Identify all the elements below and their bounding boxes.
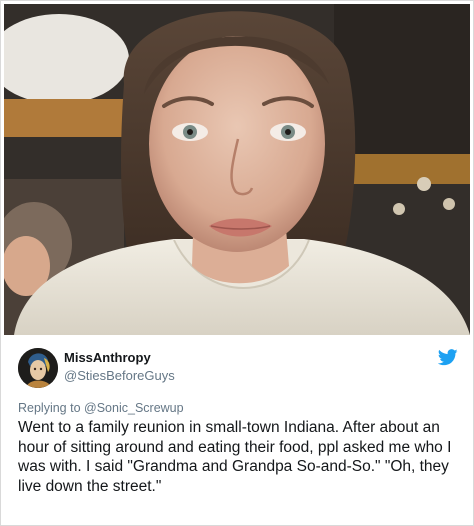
screenshot-frame: MissAnthropy @StiesBeforeGuys Replying t… xyxy=(0,0,474,526)
photo-of-woman-icon xyxy=(4,4,470,335)
tweet-text: Went to a family reunion in small-town I… xyxy=(18,419,452,495)
display-name[interactable]: MissAnthropy xyxy=(64,350,151,365)
twitter-bird-icon[interactable] xyxy=(437,349,458,366)
reply-prefix: Replying to xyxy=(18,401,81,415)
reply-context: Replying to @Sonic_Screwup xyxy=(18,401,184,415)
avatar-image-icon xyxy=(18,348,58,388)
avatar[interactable] xyxy=(18,348,58,388)
reply-to-link[interactable]: @Sonic_Screwup xyxy=(84,401,184,415)
user-handle[interactable]: @StiesBeforeGuys xyxy=(64,368,175,383)
tweet-card: MissAnthropy @StiesBeforeGuys Replying t… xyxy=(1,337,473,525)
tweet-photo[interactable] xyxy=(4,4,470,335)
